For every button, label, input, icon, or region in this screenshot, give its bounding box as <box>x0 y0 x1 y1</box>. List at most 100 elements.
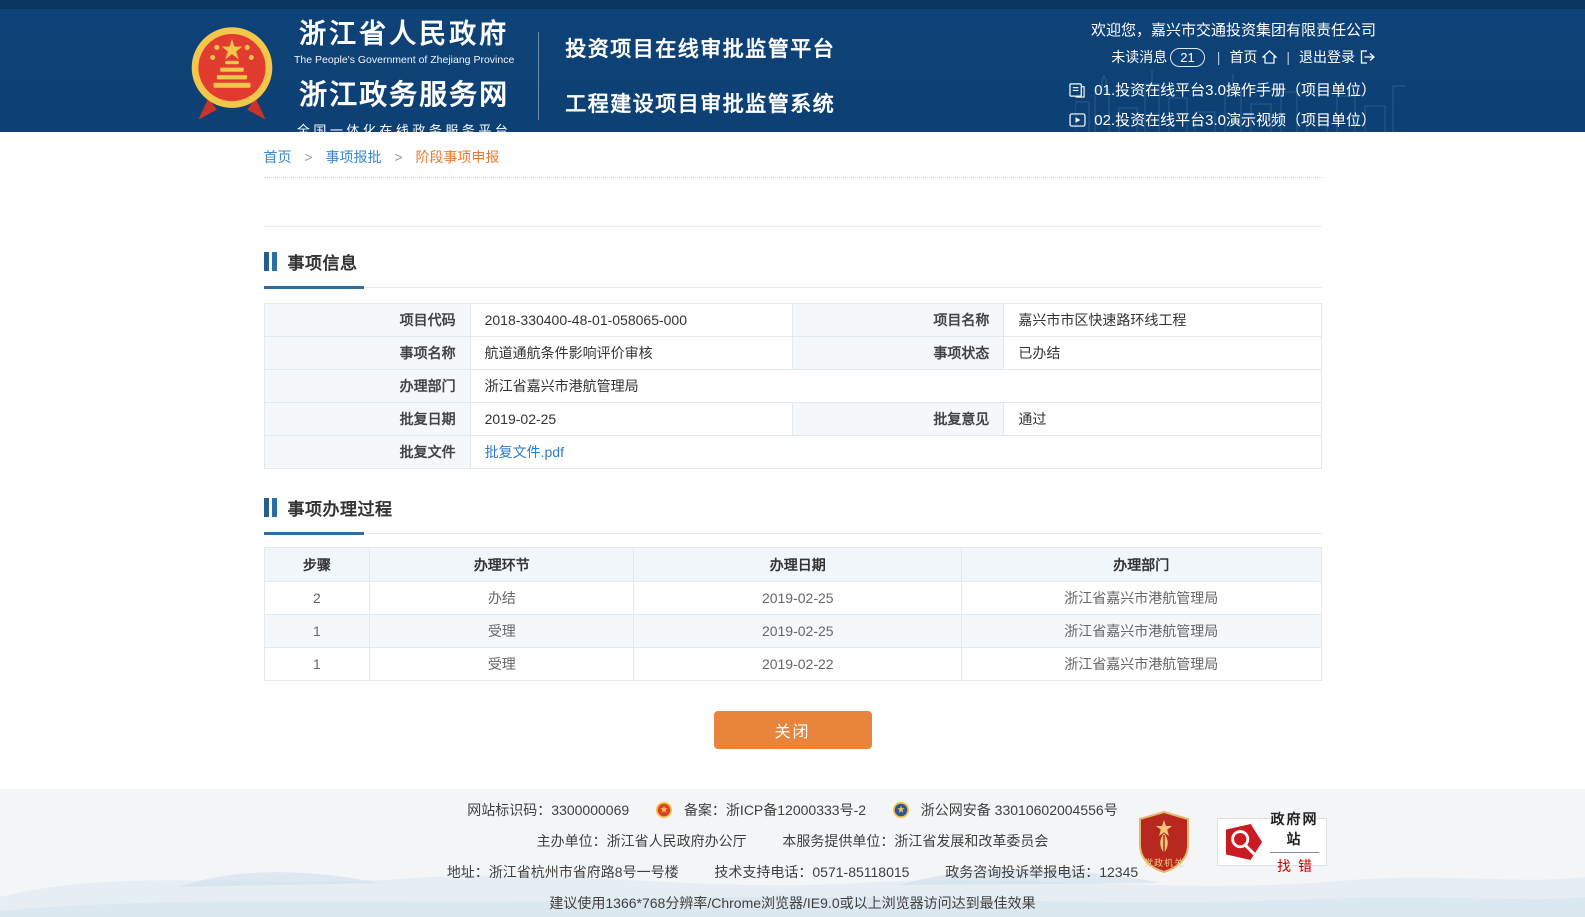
site-id-text: 网站标识码：3300000069 <box>467 802 629 818</box>
approval-date-label: 批复日期 <box>264 403 470 436</box>
breadcrumb-current: 阶段事项申报 <box>415 149 499 165</box>
project-name-label: 项目名称 <box>792 304 1003 337</box>
error-magnifier-icon <box>1225 823 1263 861</box>
table-row: 2 办结 2019-02-25 浙江省嘉兴市港航管理局 <box>264 582 1321 615</box>
table-row: 批复文件 批复文件.pdf <box>264 436 1321 469</box>
table-row: 项目代码 2018-330400-48-01-058065-000 项目名称 嘉… <box>264 304 1321 337</box>
user-links-row: 未读消息 21 | 首页 | 退出登录 <box>1069 44 1376 70</box>
col-header-stage: 办理环节 <box>370 548 634 582</box>
manual-doc-icon <box>1069 82 1086 98</box>
browser-suggestion-text: 建议使用1366*768分辨率/Chrome浏览器/IE9.0或以上浏览器访问达… <box>549 895 1035 911</box>
portal-title: 浙江政务服务网 <box>294 73 514 113</box>
process-table: 步骤 办理环节 办理日期 办理部门 2 办结 2019-02-25 浙江省嘉兴市… <box>264 547 1322 681</box>
platform-title-line1: 投资项目在线审批监管平台 <box>565 33 835 63</box>
project-code-value: 2018-330400-48-01-058065-000 <box>470 304 792 337</box>
home-icon[interactable] <box>1262 50 1277 64</box>
approval-file-cell: 批复文件.pdf <box>470 436 1321 469</box>
link-separator: | <box>1286 49 1290 65</box>
section-head-process: 事项办理过程 <box>264 495 1322 534</box>
unread-messages-link[interactable]: 未读消息 <box>1111 47 1167 67</box>
gov-site-label: 政府网站 <box>1270 809 1319 853</box>
error-badge-text: 政府网站 找错 <box>1270 809 1319 876</box>
brand-block: 浙江省人民政府 The People's Government of Zheji… <box>190 12 835 139</box>
site-error-report-badge[interactable]: 政府网站 找错 <box>1217 818 1327 866</box>
date-cell: 2019-02-25 <box>634 582 962 615</box>
gov-text-block: 浙江省人民政府 The People's Government of Zheji… <box>294 12 514 139</box>
table-row: 批复日期 2019-02-25 批复意见 通过 <box>264 403 1321 436</box>
content-top-rule <box>264 226 1322 227</box>
header-divider <box>538 32 539 120</box>
process-header-row: 步骤 办理环节 办理日期 办理部门 <box>264 548 1321 582</box>
gov-subtitle-en: The People's Government of Zhejiang Prov… <box>294 54 514 66</box>
gov-title: 浙江省人民政府 <box>294 12 514 51</box>
provider-text: 本服务提供单位：浙江省发展和改革委员会 <box>782 833 1048 849</box>
col-header-department: 办理部门 <box>962 548 1321 582</box>
header-user-area: 欢迎您，嘉兴市交通投资集团有限责任公司 未读消息 21 | 首页 | 退出登录 <box>1069 16 1376 130</box>
logout-icon[interactable] <box>1360 50 1376 64</box>
table-row: 事项名称 航道通航条件影响评价审核 事项状态 已办结 <box>264 337 1321 370</box>
item-name-label: 事项名称 <box>264 337 470 370</box>
national-emblem-logo <box>190 24 274 128</box>
page-footer: 网站标识码：3300000069 备案：浙ICP备12000333号-2 浙公网… <box>0 789 1585 917</box>
main-content: 事项信息 项目代码 2018-330400-48-01-058065-000 项… <box>264 226 1322 749</box>
col-header-step: 步骤 <box>264 548 370 582</box>
video-link-label: 02.投资在线平台3.0演示视频（项目单位） <box>1094 109 1376 130</box>
address-text: 地址：浙江省杭州市省府路8号一号楼 <box>447 864 679 880</box>
home-link[interactable]: 首页 <box>1229 47 1257 67</box>
item-info-table: 项目代码 2018-330400-48-01-058065-000 项目名称 嘉… <box>264 303 1322 469</box>
police-badge-icon <box>892 801 910 819</box>
section-bars-icon <box>264 498 277 517</box>
footer-line-organizer: 主办单位：浙江省人民政府办公厅 本服务提供单位：浙江省发展和改革委员会 <box>0 826 1585 857</box>
table-row: 办理部门 浙江省嘉兴市港航管理局 <box>264 370 1321 403</box>
project-code-label: 项目代码 <box>264 304 470 337</box>
party-gov-shield-badge[interactable]: 党政机关 <box>1137 811 1191 873</box>
section-bars-icon <box>264 252 277 271</box>
approval-date-value: 2019-02-25 <box>470 403 792 436</box>
find-error-label: 找错 <box>1270 856 1319 876</box>
footer-line-contact: 地址：浙江省杭州市省府路8号一号楼 技术支持电话：0571-85118015 政… <box>0 857 1585 888</box>
step-cell: 1 <box>264 615 370 648</box>
complaint-phone-text: 政务咨询投诉举报电话：12345 <box>945 864 1138 880</box>
date-cell: 2019-02-25 <box>634 615 962 648</box>
emblem-badge-icon <box>655 801 673 819</box>
step-cell: 2 <box>264 582 370 615</box>
logout-link[interactable]: 退出登录 <box>1299 47 1355 67</box>
platform-title-line2: 工程建设项目审批监管系统 <box>565 88 835 118</box>
footer-text-block: 网站标识码：3300000069 备案：浙ICP备12000333号-2 浙公网… <box>0 789 1585 917</box>
police-text: 浙公网安备 33010602004556号 <box>921 802 1118 818</box>
stage-cell: 办结 <box>370 582 634 615</box>
date-cell: 2019-02-22 <box>634 648 962 681</box>
section-title-process: 事项办理过程 <box>288 495 393 520</box>
video-link-row[interactable]: 02.投资在线平台3.0演示视频（项目单位） <box>1069 109 1376 130</box>
breadcrumb-separator: > <box>304 149 312 165</box>
approval-file-link[interactable]: 批复文件.pdf <box>485 444 564 460</box>
stage-cell: 受理 <box>370 615 634 648</box>
footer-line-suggestion: 建议使用1366*768分辨率/Chrome浏览器/IE9.0或以上浏览器访问达… <box>0 888 1585 917</box>
breadcrumb-separator: > <box>394 149 402 165</box>
manual-link-label: 01.投资在线平台3.0操作手册（项目单位） <box>1094 79 1376 100</box>
section-title-info: 事项信息 <box>288 249 358 274</box>
project-name-value: 嘉兴市市区快速路环线工程 <box>1004 304 1321 337</box>
unread-count-badge[interactable]: 21 <box>1170 48 1204 67</box>
department-value: 浙江省嘉兴市港航管理局 <box>470 370 1321 403</box>
breadcrumb-item-approval[interactable]: 事项报批 <box>325 149 381 165</box>
department-cell: 浙江省嘉兴市港航管理局 <box>962 615 1321 648</box>
approval-file-label: 批复文件 <box>264 436 470 469</box>
manual-link-row[interactable]: 01.投资在线平台3.0操作手册（项目单位） <box>1069 79 1376 100</box>
col-header-date: 办理日期 <box>634 548 962 582</box>
item-name-value: 航道通航条件影响评价审核 <box>470 337 792 370</box>
step-cell: 1 <box>264 648 370 681</box>
close-button[interactable]: 关闭 <box>714 711 872 749</box>
tech-phone-text: 技术支持电话：0571-85118015 <box>714 864 909 880</box>
organizer-text: 主办单位：浙江省人民政府办公厅 <box>537 833 747 849</box>
approval-opinion-value: 通过 <box>1004 403 1321 436</box>
department-cell: 浙江省嘉兴市港航管理局 <box>962 648 1321 681</box>
site-header: 浙江省人民政府 The People's Government of Zheji… <box>0 0 1585 132</box>
party-badge-label: 党政机关 <box>1144 857 1184 868</box>
breadcrumb-home[interactable]: 首页 <box>264 149 292 165</box>
department-label: 办理部门 <box>264 370 470 403</box>
table-row: 1 受理 2019-02-22 浙江省嘉兴市港航管理局 <box>264 648 1321 681</box>
platform-title-block: 投资项目在线审批监管平台 工程建设项目审批监管系统 <box>565 33 835 118</box>
video-play-icon <box>1069 113 1086 127</box>
portal-subtitle: 全国一体化在线政务服务平台 <box>294 120 514 139</box>
